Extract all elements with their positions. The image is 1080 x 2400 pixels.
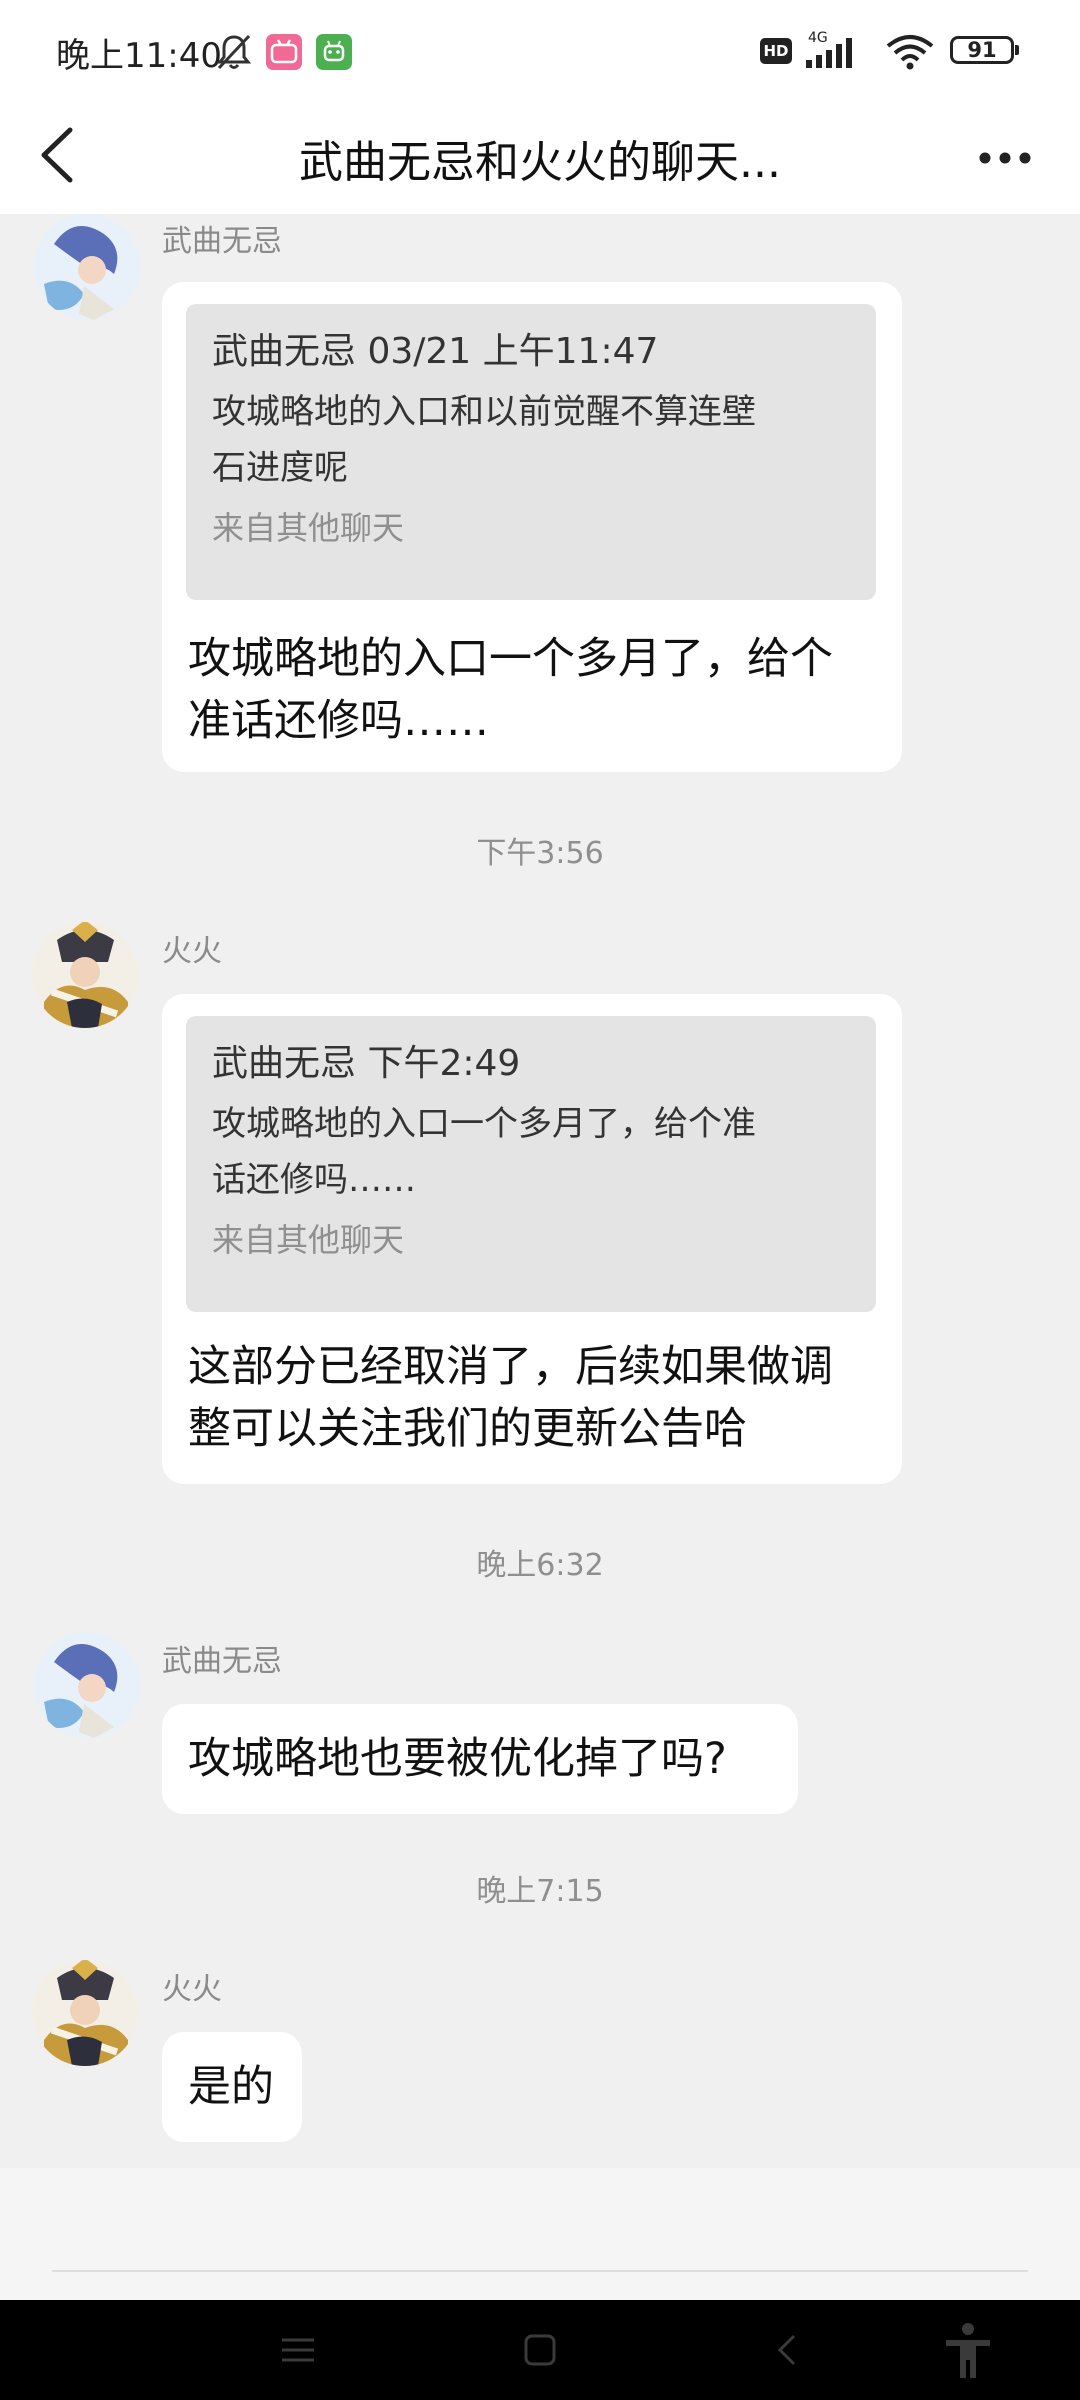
quote-source: 来自其他聊天 xyxy=(212,1221,405,1259)
quote-text: 攻城略地的入口一个多月了，给个准 话还修吗…… xyxy=(212,1096,850,1208)
message-text-line: 准话还修吗…… xyxy=(188,696,489,746)
mute-bell-icon xyxy=(216,34,252,70)
status-bar: 晚上11:40 HD 4G 91 xyxy=(0,0,1080,100)
wifi-icon xyxy=(886,35,934,70)
message-bubble[interactable]: 攻城略地也要被优化掉了吗? xyxy=(162,1704,798,1814)
message-text: 是的 xyxy=(188,2062,274,2112)
message-bubble[interactable]: 武曲无忌 03/21 上午11:47 攻城略地的入口和以前觉醒不算连壁 石进度呢… xyxy=(162,282,902,772)
sender-name: 武曲无忌 xyxy=(162,224,282,259)
message-timestamp: 下午3:56 xyxy=(476,836,604,871)
battery-icon: 91 xyxy=(950,36,1019,64)
message-bubble[interactable]: 是的 xyxy=(162,2032,302,2142)
message-text-line: 这部分已经取消了，后续如果做调 xyxy=(188,1342,833,1392)
menu-icon[interactable] xyxy=(268,2320,328,2380)
bilibili-app-icon xyxy=(266,34,302,70)
home-icon[interactable] xyxy=(510,2320,570,2380)
avatar[interactable] xyxy=(32,922,138,1028)
message-text-line: 整可以关注我们的更新公告哈 xyxy=(188,1404,747,1454)
message-timestamp: 晚上7:15 xyxy=(476,1874,604,1909)
message-text-line: 攻城略地的入口一个多月了，给个 xyxy=(188,634,833,684)
avatar[interactable] xyxy=(34,214,140,320)
quoted-message[interactable]: 武曲无忌 03/21 上午11:47 攻城略地的入口和以前觉醒不算连壁 石进度呢… xyxy=(186,304,876,600)
chat-screen: 晚上11:40 HD 4G 91 武曲无忌和火火的聊天... 武曲无忌 武曲无忌… xyxy=(0,0,1080,2400)
message-text: 攻城略地也要被优化掉了吗? xyxy=(188,1734,727,1784)
back-chevron-icon[interactable] xyxy=(34,120,82,190)
chat-header: 武曲无忌和火火的聊天... xyxy=(0,100,1080,214)
system-navigation-bar xyxy=(0,2300,1080,2400)
quote-header: 武曲无忌 03/21 上午11:47 xyxy=(212,331,659,372)
input-area[interactable] xyxy=(0,2168,1080,2300)
quote-text-line: 攻城略地的入口和以前觉醒不算连壁 xyxy=(212,392,756,432)
quoted-message[interactable]: 武曲无忌 下午2:49 攻城略地的入口一个多月了，给个准 话还修吗…… 来自其他… xyxy=(186,1016,876,1312)
avatar[interactable] xyxy=(32,1960,138,2066)
quote-source: 来自其他聊天 xyxy=(212,509,405,547)
message-timestamp: 晚上6:32 xyxy=(476,1548,604,1583)
quote-text: 攻城略地的入口和以前觉醒不算连壁 石进度呢 xyxy=(212,384,850,496)
chat-title: 武曲无忌和火火的聊天... xyxy=(299,137,781,188)
quote-text-line: 攻城略地的入口一个多月了，给个准 xyxy=(212,1104,756,1144)
more-dots-icon[interactable] xyxy=(975,128,1035,188)
status-time: 晚上11:40 xyxy=(56,36,222,76)
message-bubble[interactable]: 武曲无忌 下午2:49 攻城略地的入口一个多月了，给个准 话还修吗…… 来自其他… xyxy=(162,994,902,1484)
quote-text-line: 石进度呢 xyxy=(212,448,348,488)
quote-header: 武曲无忌 下午2:49 xyxy=(212,1043,521,1084)
hd-badge: HD xyxy=(760,38,792,64)
android-robot-app-icon xyxy=(316,34,352,70)
message-text: 这部分已经取消了，后续如果做调 整可以关注我们的更新公告哈 xyxy=(188,1336,833,1460)
message-text: 攻城略地的入口一个多月了，给个 准话还修吗…… xyxy=(188,628,833,752)
sender-name: 火火 xyxy=(162,934,222,969)
accessibility-icon[interactable] xyxy=(938,2320,998,2380)
sender-name: 武曲无忌 xyxy=(162,1644,282,1679)
signal-icon xyxy=(806,38,852,68)
message-list[interactable]: 武曲无忌 武曲无忌 03/21 上午11:47 攻城略地的入口和以前觉醒不算连壁… xyxy=(0,214,1080,2168)
sender-name: 火火 xyxy=(162,1972,222,2007)
divider xyxy=(52,2270,1028,2272)
quote-text-line: 话还修吗…… xyxy=(212,1160,416,1200)
avatar[interactable] xyxy=(34,1632,140,1738)
back-icon[interactable] xyxy=(758,2320,818,2380)
